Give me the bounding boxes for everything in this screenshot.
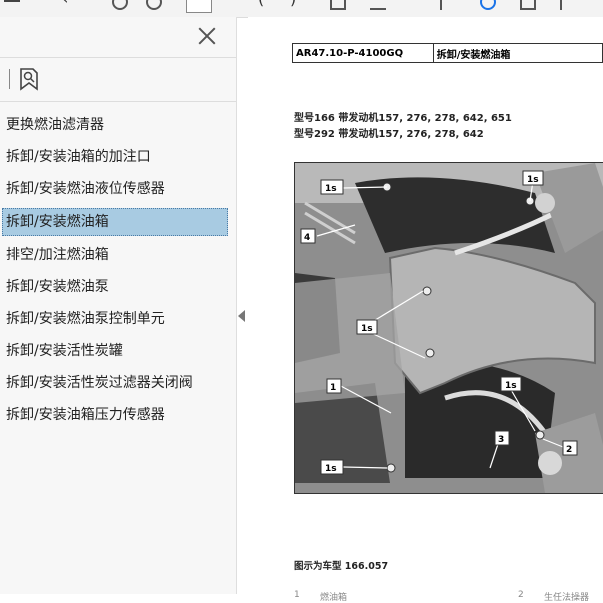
legend-text-1: 燃油箱 <box>320 593 348 603</box>
document-icon[interactable] <box>330 0 346 10</box>
underbody-photo: 1s 1s 4 1s 1s 1 1s 3 2 <box>295 163 603 493</box>
highlight-icon[interactable] <box>440 0 442 10</box>
model-line-2: 型号292 带发动机157, 276, 278, 642 <box>294 129 484 140</box>
doc-code: AR47.10-P-4100GQ <box>292 43 434 63</box>
erase-icon[interactable] <box>520 0 536 10</box>
callout-label: 1s <box>361 324 373 334</box>
bookmark-add-icon[interactable] <box>19 67 39 91</box>
callout-label: 1s <box>325 184 337 194</box>
doc-title: 拆卸/安装燃油箱 <box>432 43 603 63</box>
bookmark-item[interactable]: 拆卸/安装燃油泵控制单元 <box>0 303 236 335</box>
divider <box>9 69 10 89</box>
doc-header-table: AR47.10-P-4100GQ 拆卸/安装燃油箱 <box>292 43 603 63</box>
callout-label: 4 <box>304 233 310 243</box>
rotate-icon[interactable]: ) <box>290 0 296 7</box>
fit-page-icon[interactable]: ( <box>258 0 264 7</box>
document-page: AR47.10-P-4100GQ 拆卸/安装燃油箱 型号166 带发动机157,… <box>248 17 603 603</box>
callout-label: 3 <box>498 435 504 445</box>
legend-number-1: 1 <box>294 590 300 600</box>
bookmark-item[interactable]: 更换燃油滤清器 <box>0 109 236 141</box>
divider <box>0 101 236 102</box>
legend-text-2: 生任法操器 <box>544 593 590 603</box>
toolbar: ‹ ( ) <box>0 0 603 18</box>
bookmarks-sidebar: 更换燃油滤清器 拆卸/安装油箱的加注口 拆卸/安装燃油液位传感器拆卸/安装燃油箱排空… <box>0 17 237 594</box>
more-icon[interactable] <box>560 0 562 10</box>
bookmark-item[interactable]: 拆卸/安装燃油泵 <box>0 271 236 303</box>
divider <box>0 57 236 58</box>
bookmark-item[interactable]: 拆卸/安装燃油箱 <box>2 208 228 236</box>
callout-label: 2 <box>566 445 572 455</box>
collapse-sidebar-icon[interactable] <box>238 310 245 322</box>
page-number-input[interactable] <box>186 0 212 13</box>
bookmark-item[interactable]: 拆卸/安装活性炭罐 <box>0 335 236 367</box>
menu-icon[interactable] <box>4 0 20 2</box>
bookmark-list: 更换燃油滤清器 拆卸/安装油箱的加注口 拆卸/安装燃油液位传感器拆卸/安装燃油箱排空… <box>0 109 236 431</box>
callout-label: 1 <box>330 383 336 393</box>
model-line-1: 型号166 带发动机157, 276, 278, 642, 651 <box>294 113 512 124</box>
callout-label: 1s <box>325 464 337 474</box>
figure-caption: 图示为车型 166.057 <box>294 561 389 572</box>
close-sidebar-icon[interactable] <box>196 25 218 47</box>
callout-label: 1s <box>527 175 539 185</box>
bookmark-item[interactable]: 拆卸/安装油箱的加注口 <box>0 141 236 173</box>
bookmark-item[interactable]: 拆卸/安装油箱压力传感器 <box>0 399 236 431</box>
bookmark-item[interactable]: 拆卸/安装燃油液位传感器 <box>0 173 236 205</box>
zoom-in-icon[interactable] <box>146 0 162 10</box>
legend-number-2: 2 <box>518 590 524 600</box>
callout-label: 1s <box>505 381 517 391</box>
back-icon[interactable]: ‹ <box>62 0 68 7</box>
underbody-figure: 1s 1s 4 1s 1s 1 1s 3 2 <box>294 162 603 494</box>
bookmark-item[interactable]: 拆卸/安装活性炭过滤器关闭阀 <box>0 367 236 399</box>
draw-icon[interactable] <box>480 0 496 10</box>
zoom-out-icon[interactable] <box>112 0 128 10</box>
two-page-icon[interactable] <box>370 0 386 10</box>
bookmark-item[interactable]: 排空/加注燃油箱 <box>0 239 236 271</box>
